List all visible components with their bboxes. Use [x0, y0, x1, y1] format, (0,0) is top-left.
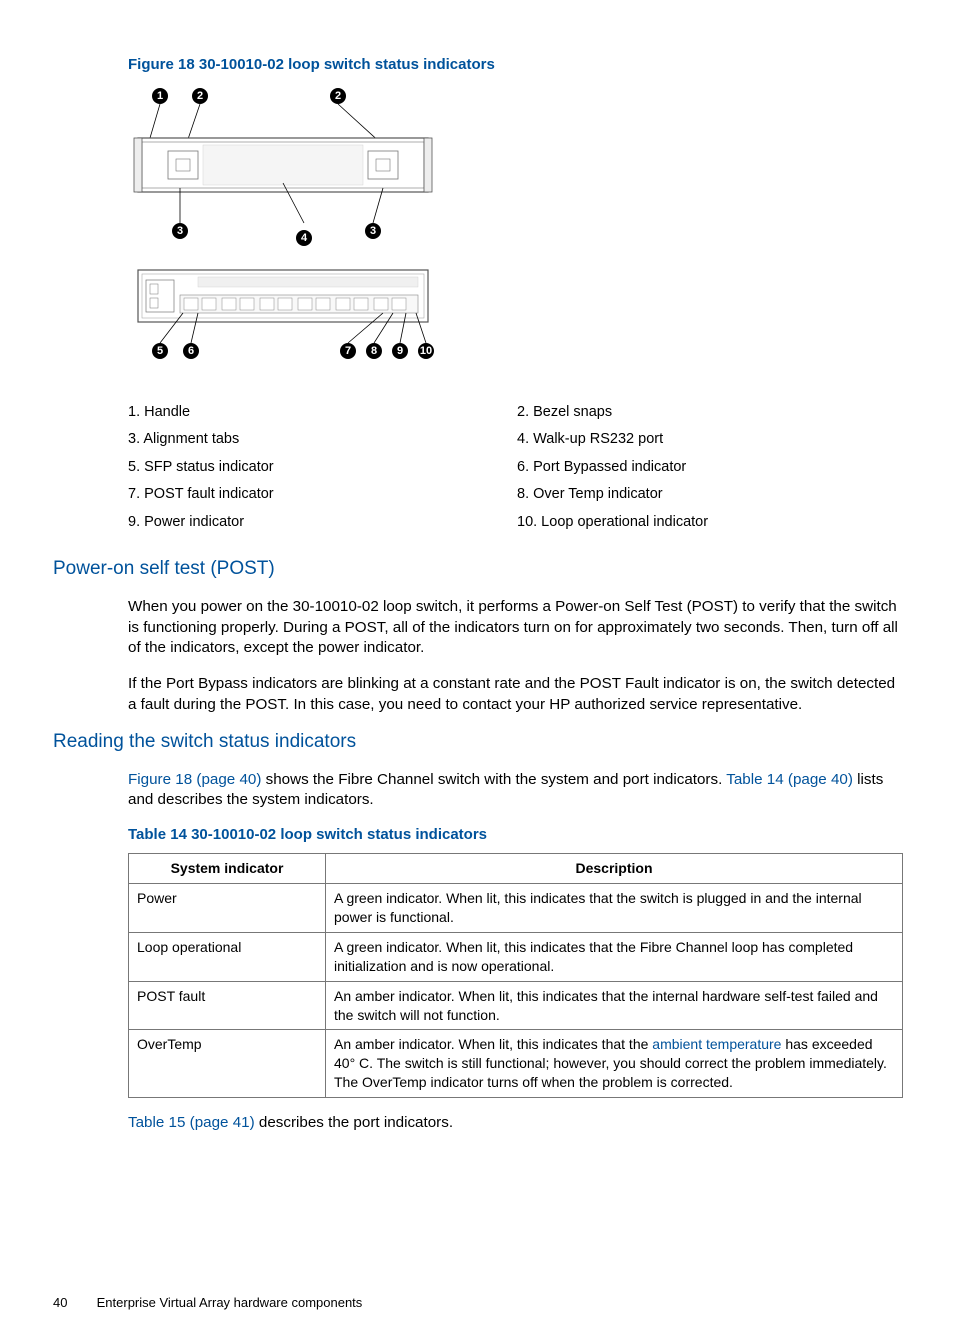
figure-diagram: 1 2 2	[128, 83, 438, 381]
svg-text:2: 2	[335, 90, 341, 102]
legend-item: 5. SFP status indicator	[128, 454, 517, 482]
svg-text:3: 3	[370, 225, 376, 237]
cross-ref-link[interactable]: Table 15 (page 41)	[128, 1114, 255, 1131]
legend-item: 7. POST fault indicator	[128, 481, 517, 509]
table-cell: Power	[129, 884, 326, 933]
paragraph: When you power on the 30-10010-02 loop s…	[128, 597, 906, 659]
table-row: OverTemp An amber indicator. When lit, t…	[129, 1030, 903, 1098]
svg-text:5: 5	[157, 345, 163, 357]
table-row: Power A green indicator. When lit, this …	[129, 884, 903, 933]
status-indicator-table: System indicator Description Power A gre…	[128, 853, 903, 1098]
paragraph: Table 15 (page 41) describes the port in…	[128, 1113, 906, 1134]
table-cell: A green indicator. When lit, this indica…	[326, 884, 903, 933]
diagram-bottom: 5 6 7 8 9 10	[128, 265, 438, 375]
diagram-top: 1 2 2	[128, 83, 438, 258]
table-cell: OverTemp	[129, 1030, 326, 1098]
svg-text:7: 7	[345, 345, 351, 357]
table-header: System indicator	[129, 854, 326, 884]
paragraph: Figure 18 (page 40) shows the Fibre Chan…	[128, 770, 906, 811]
cross-ref-link[interactable]: Figure 18 (page 40)	[128, 771, 261, 788]
svg-text:9: 9	[397, 345, 403, 357]
footer-title: Enterprise Virtual Array hardware compon…	[97, 1295, 363, 1310]
table-row: POST fault An amber indicator. When lit,…	[129, 981, 903, 1030]
svg-text:3: 3	[177, 225, 183, 237]
legend-item: 3. Alignment tabs	[128, 426, 517, 454]
table-header-row: System indicator Description	[129, 854, 903, 884]
text: An amber indicator. When lit, this indic…	[334, 1036, 652, 1052]
heading-post: Power-on self test (POST)	[53, 556, 906, 582]
svg-text:10: 10	[420, 345, 432, 357]
table-header: Description	[326, 854, 903, 884]
table-cell: An amber indicator. When lit, this indic…	[326, 981, 903, 1030]
svg-text:8: 8	[371, 345, 377, 357]
table-caption: Table 14 30-10010-02 loop switch status …	[128, 825, 906, 845]
heading-reading: Reading the switch status indicators	[53, 729, 906, 755]
svg-text:1: 1	[157, 90, 163, 102]
svg-text:2: 2	[197, 90, 203, 102]
text: describes the port indicators.	[255, 1114, 453, 1131]
table-cell: A green indicator. When lit, this indica…	[326, 932, 903, 981]
page-number: 40	[53, 1294, 93, 1312]
page-footer: 40 Enterprise Virtual Array hardware com…	[53, 1294, 906, 1312]
svg-text:4: 4	[301, 232, 308, 244]
paragraph: If the Port Bypass indicators are blinki…	[128, 674, 906, 715]
svg-text:6: 6	[188, 345, 194, 357]
table-row: Loop operational A green indicator. When…	[129, 932, 903, 981]
cross-ref-link[interactable]: Table 14 (page 40)	[726, 771, 853, 788]
table-cell: An amber indicator. When lit, this indic…	[326, 1030, 903, 1098]
page-content: Figure 18 30-10010-02 loop switch status…	[0, 0, 954, 1341]
table-cell: Loop operational	[129, 932, 326, 981]
legend-item: 8. Over Temp indicator	[517, 481, 906, 509]
glossary-link[interactable]: ambient temperature	[652, 1036, 781, 1052]
legend-item: 9. Power indicator	[128, 509, 517, 537]
figure-caption: Figure 18 30-10010-02 loop switch status…	[128, 55, 906, 75]
legend-item: 1. Handle	[128, 399, 517, 427]
text: shows the Fibre Channel switch with the …	[261, 771, 726, 788]
table-cell: POST fault	[129, 981, 326, 1030]
legend-item: 4. Walk-up RS232 port	[517, 426, 906, 454]
legend-item: 6. Port Bypassed indicator	[517, 454, 906, 482]
legend-item: 2. Bezel snaps	[517, 399, 906, 427]
legend-item: 10. Loop operational indicator	[517, 509, 906, 537]
figure-legend: 1. Handle 2. Bezel snaps 3. Alignment ta…	[128, 399, 906, 537]
